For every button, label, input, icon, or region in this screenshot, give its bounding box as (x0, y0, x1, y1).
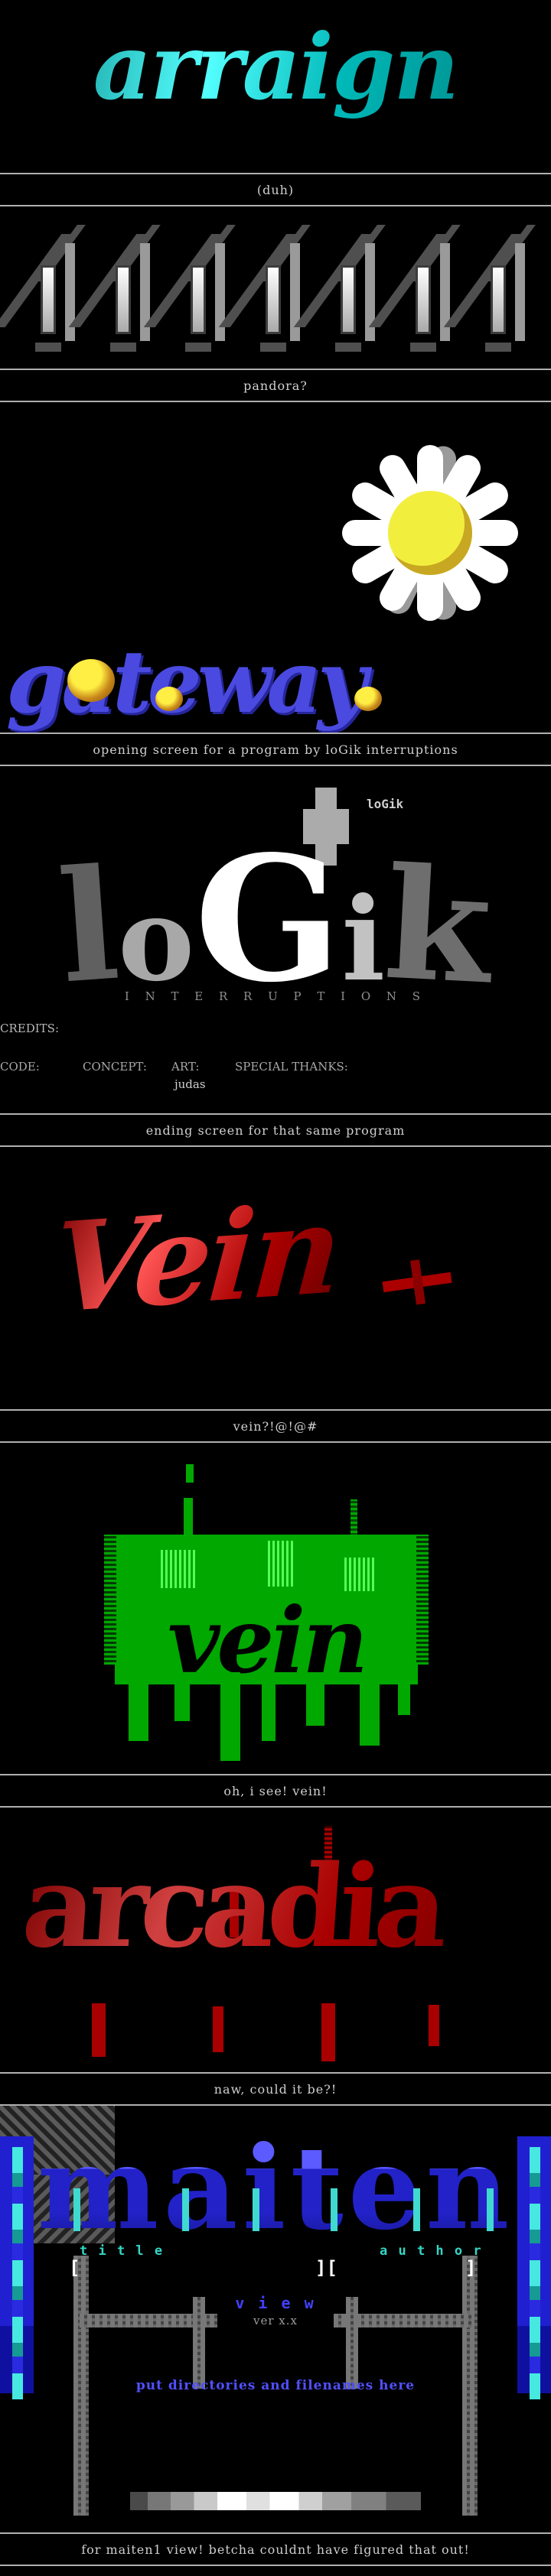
cyan-accent (253, 2188, 259, 2231)
directories-instruction-text: put directories and filenames here (0, 2378, 551, 2393)
artwork-gateway: gateway (0, 402, 551, 733)
artwork-arcadia: arcadia (0, 1808, 551, 2072)
credits-column-art: ART: (171, 1060, 199, 1074)
pandora-glyph (245, 225, 306, 353)
credits-column-special-thanks: SPECIAL THANKS: (235, 1060, 348, 1074)
caption-text: for maiten1 view! betcha couldnt have fi… (81, 2542, 470, 2557)
logik-letter: l (54, 845, 123, 1009)
artwork-vein-green: vein (0, 1443, 551, 1774)
green-antenna (350, 1499, 357, 1538)
green-antenna (184, 1498, 193, 1538)
logik-letter: k (381, 844, 495, 1010)
credits-heading: CREDITS: (0, 1022, 59, 1035)
gold-jewel (354, 687, 382, 711)
bracket-mid: ][ (315, 2257, 337, 2279)
cyan-accent (73, 2188, 80, 2231)
caption-bar-maiten: for maiten1 view! betcha couldnt have fi… (0, 2532, 551, 2566)
pandora-glyph-row (0, 225, 551, 353)
vein-cross-flourish (382, 1272, 452, 1292)
dither-patch (268, 1541, 294, 1587)
caption-bar-arcadia: naw, could it be?! (0, 2072, 551, 2106)
vein-logo-text: Vein (49, 1176, 344, 1340)
dither-patch (344, 1558, 375, 1591)
caption-bar-vein-green: oh, i see! vein! (0, 1774, 551, 1808)
credits-column-code: CODE: (0, 1060, 40, 1074)
cyan-accent (331, 2188, 337, 2231)
green-drip (306, 1672, 324, 1726)
pandora-glyph (170, 225, 231, 353)
red-drip (321, 2003, 335, 2061)
green-blob: vein (115, 1535, 418, 1684)
green-drip (262, 1677, 276, 1741)
logik-logo-text: loGik (0, 840, 551, 1056)
caption-text: vein?!@!@# (233, 1419, 318, 1434)
artwork-arraign: arraign (0, 0, 551, 173)
pandora-glyph (320, 225, 381, 353)
green-drip (398, 1672, 410, 1715)
logik-small-label: loGik (367, 797, 403, 811)
caption-bar-pandora: pandora? (0, 369, 551, 402)
caption-text: (duh) (257, 183, 294, 197)
artwork-maiten-view: maiten t i t l e a u t h o r [ ][ ] v i … (0, 2106, 551, 2532)
caption-bar-vein-red: vein?!@!@# (0, 1409, 551, 1443)
caption-bar-arraign: (duh) (0, 173, 551, 206)
arraign-logo-text: arraign (0, 14, 551, 120)
daisy-flower-icon (315, 422, 545, 645)
caption-text: ending screen for that same program (146, 1123, 406, 1138)
green-drip (129, 1672, 148, 1741)
artwork-pandora (0, 206, 551, 369)
title-field-label: t i t l e (80, 2243, 164, 2259)
artwork-vein-red: Vein (0, 1147, 551, 1409)
cyan-accent (182, 2188, 189, 2231)
bracket-open: [ (69, 2257, 80, 2279)
caption-text: naw, could it be?! (214, 2082, 337, 2097)
cyan-accent (413, 2188, 420, 2231)
caption-bar-logik: ending screen for that same program (0, 1113, 551, 1147)
credits-column-concept: CONCEPT: (83, 1060, 147, 1074)
gradient-bar (130, 2492, 421, 2510)
logik-letter: G (194, 840, 341, 1000)
bottom-margin (0, 2566, 551, 2576)
cyan-accent (487, 2188, 494, 2231)
bracket-close: ] (465, 2257, 476, 2279)
green-drip (360, 1672, 380, 1746)
pandora-glyph (95, 225, 156, 353)
caption-text: pandora? (243, 378, 308, 393)
interruptions-subtitle: I N T E R R U P T I O N S (0, 989, 551, 1003)
gold-jewel (67, 659, 115, 702)
green-antenna (186, 1464, 194, 1483)
pandora-glyph (470, 225, 531, 353)
red-drip (429, 2005, 439, 2046)
arcadia-logo-text: arcadia (18, 1840, 548, 1973)
green-drip (174, 1675, 190, 1721)
ansi-art-collage: arraign (duh) pandora? (0, 0, 551, 2576)
artwork-logik: loGik loGik I N T E R R U P T I O N S CR… (0, 766, 551, 1113)
caption-text: oh, i see! vein! (223, 1784, 327, 1798)
pandora-glyph (20, 225, 81, 353)
gold-jewel (155, 687, 183, 711)
dither-edge (416, 1535, 429, 1665)
view-label: v i e w (0, 2294, 551, 2312)
green-drip (220, 1672, 240, 1761)
maiten-logo-text: maiten (0, 2127, 551, 2250)
art-credit-name: judas (174, 1077, 206, 1091)
daisy-center (388, 491, 472, 575)
red-drip (92, 2003, 106, 2057)
version-label: ver x.x (0, 2314, 551, 2327)
caption-bar-gateway: opening screen for a program by loGik in… (0, 733, 551, 766)
author-field-label: a u t h o r (380, 2243, 483, 2259)
red-drip (213, 2006, 223, 2052)
dither-patch (161, 1550, 197, 1588)
pandora-glyph (395, 225, 456, 353)
caption-text: opening screen for a program by loGik in… (93, 742, 458, 757)
